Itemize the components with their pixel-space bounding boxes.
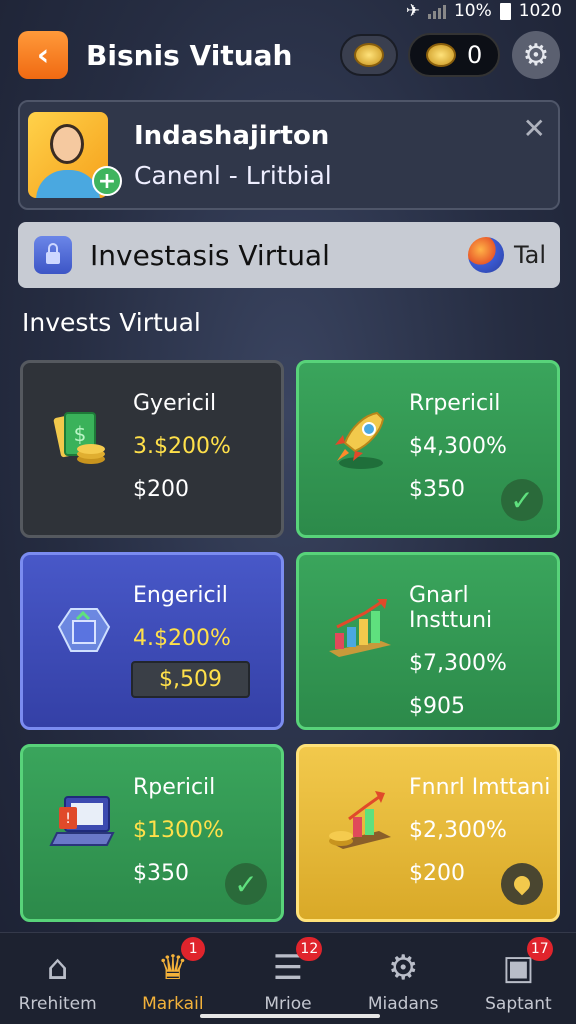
card-rate: $1300%: [133, 818, 224, 843]
notification-badge: 1: [181, 937, 206, 961]
banner-link[interactable]: Tal: [514, 241, 546, 269]
nav-item-market[interactable]: ♛ 1 Markail: [115, 933, 230, 1024]
card-label: Engericil: [133, 583, 228, 608]
coin-icon: [354, 43, 384, 67]
notification-icon: ✈: [405, 1, 420, 21]
banner-title: Investasis Virtual: [90, 238, 330, 272]
coin-balance[interactable]: 0: [408, 33, 500, 77]
money-stack-icon: $: [53, 412, 105, 464]
home-icon: ⌂: [46, 947, 69, 988]
profile-name: Indashajirton: [134, 120, 330, 151]
card-amount: $,509: [131, 661, 250, 698]
card-rate: $4,300%: [409, 434, 507, 459]
profile-card[interactable]: + Indashajirton Canenl - Lritbial ✕: [18, 100, 560, 210]
battery-percent: 10%: [453, 1, 492, 21]
investment-grid: $ Gyericil 3.$200% $200 Rrpericil $4,300…: [20, 360, 560, 922]
svg-text:$: $: [74, 422, 87, 446]
nav-label: Markail: [142, 993, 204, 1014]
signal-icon: [427, 3, 446, 19]
profile-subtitle: Canenl - Lritbial: [134, 160, 332, 190]
card-label: Rrpericil: [409, 391, 501, 416]
card-rate: $7,300%: [409, 651, 507, 676]
investment-card[interactable]: Fnnrl Imttani $2,300% $200: [296, 744, 560, 922]
nav-item-more[interactable]: ☰ 12 Mrioe: [230, 933, 345, 1024]
nav-label: Miadans: [367, 993, 439, 1014]
rocket-icon: [335, 411, 385, 469]
card-amount: $905: [409, 694, 465, 719]
home-indicator: [200, 1014, 380, 1018]
page-title: Bisnis Vituah: [86, 38, 293, 72]
nav-item-settings[interactable]: ⚙ Miadans: [346, 933, 461, 1024]
add-icon[interactable]: +: [92, 166, 122, 196]
nav-item-wallet[interactable]: ▣ 17 Saptant: [461, 933, 576, 1024]
gear-icon: ⚙: [387, 947, 419, 988]
card-label: Rpericil: [133, 775, 216, 800]
notification-badge: 17: [526, 937, 553, 961]
bottom-nav: ⌂ Rrehitem ♛ 1 Markail ☰ 12 Mrioe ⚙ Miad…: [0, 932, 576, 1024]
card-rate: $2,300%: [409, 818, 507, 843]
nav-item-home[interactable]: ⌂ Rrehitem: [0, 933, 115, 1024]
status-bar: ✈ 10% 1020: [0, 0, 576, 22]
nav-label: Mrioe: [264, 993, 312, 1014]
section-title: Invests Virtual: [22, 308, 201, 337]
globe-icon: [467, 237, 504, 273]
card-rate: 3.$200%: [133, 434, 231, 459]
investment-card[interactable]: Gnarl Insttuni $7,300% $905: [296, 552, 560, 730]
card-label: Fnnrl Imttani: [409, 775, 551, 800]
lock-icon: [34, 236, 72, 274]
clock: 1020: [518, 1, 562, 21]
investment-card[interactable]: Engericil 4.$200% $,509: [20, 552, 284, 730]
card-label: Gnarl Insttuni: [409, 583, 493, 633]
card-rate: 4.$200%: [133, 626, 231, 651]
investment-card[interactable]: ! Rpericil $1300% $350 ✓: [20, 744, 284, 922]
check-icon: ✓: [225, 863, 267, 905]
investment-card[interactable]: Rrpericil $4,300% $350 ✓: [296, 360, 560, 538]
location-pin-icon: [501, 863, 543, 905]
settings-button[interactable]: ⚙: [512, 31, 560, 79]
growth-chart-icon: [329, 791, 391, 849]
card-amount: $200: [133, 477, 189, 502]
coin-stack-icon: [425, 43, 456, 67]
invest-banner[interactable]: Investasis Virtual Tal: [18, 222, 560, 288]
laptop-icon: !: [49, 796, 115, 846]
coin-shop-button[interactable]: [340, 34, 398, 76]
card-label: Gyericil: [133, 391, 217, 416]
back-button[interactable]: ‹: [18, 31, 68, 79]
battery-icon: [499, 2, 511, 20]
gear-icon: ⚙: [522, 37, 550, 73]
crystal-box-icon: [57, 608, 111, 652]
coin-count-value: 0: [467, 41, 483, 69]
close-icon[interactable]: ✕: [523, 112, 546, 145]
nav-label: Rrehitem: [18, 993, 97, 1014]
chevron-left-icon: ‹: [36, 37, 50, 73]
investment-card[interactable]: $ Gyericil 3.$200% $200: [20, 360, 284, 538]
bar-chart-icon: [329, 599, 391, 657]
notification-badge: 12: [296, 937, 323, 961]
nav-label: Saptant: [485, 993, 552, 1014]
check-icon: ✓: [501, 479, 543, 521]
svg-text:!: !: [65, 811, 71, 827]
app-header: ‹ Bisnis Vituah 0 ⚙: [18, 30, 560, 80]
